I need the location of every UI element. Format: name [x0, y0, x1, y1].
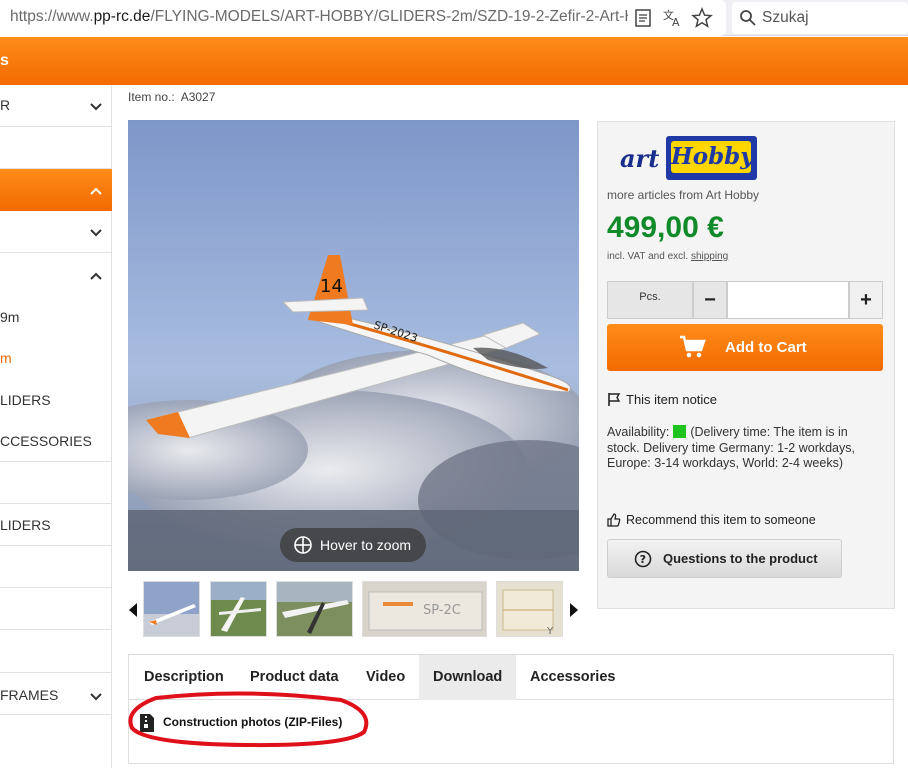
chevron-up-icon — [90, 187, 102, 195]
sidebar-item-active[interactable] — [0, 169, 112, 211]
brand-logo-hobby[interactable]: Hobby — [666, 136, 757, 180]
recommend-link[interactable]: Recommend this item to someone — [607, 513, 816, 530]
bookmark-star-icon[interactable] — [691, 7, 713, 29]
sidebar-item-0[interactable]: R — [0, 85, 112, 127]
annotation-circle — [128, 691, 369, 748]
questions-button[interactable]: ? Questions to the product — [607, 539, 842, 578]
header-text: s — [0, 52, 9, 69]
url-text: https://www.pp-rc.de/FLYING-MODELS/ART-H… — [10, 8, 628, 25]
chevron-down-icon — [90, 103, 102, 111]
quantity-input[interactable] — [727, 281, 849, 319]
thumbnail-5[interactable]: Y — [496, 581, 563, 637]
thumbs-prev-arrow[interactable] — [128, 603, 138, 617]
search-icon — [740, 10, 756, 26]
sidebar-item-frames[interactable]: FRAMES — [0, 673, 112, 715]
sidebar-item-11[interactable] — [0, 546, 112, 588]
category-sidebar: R 9m m LIDERS CCESSORIES LIDERS FRAMES — [0, 85, 112, 768]
availability-indicator — [673, 425, 687, 438]
brand-logo-art[interactable]: art — [620, 144, 659, 173]
chevron-down-icon — [90, 229, 102, 237]
sidebar-item-4[interactable] — [0, 253, 112, 295]
item-notice-link[interactable]: This item notice — [607, 392, 717, 410]
reader-view-icon[interactable] — [632, 7, 654, 29]
sidebar-item-gliders-2[interactable]: LIDERS — [0, 504, 112, 546]
quantity-minus-button[interactable]: − — [693, 281, 727, 319]
quantity-unit: Pcs. — [607, 281, 693, 319]
zoom-crosshair-icon — [294, 536, 312, 554]
vat-info: incl. VAT and excl. shipping — [607, 251, 729, 262]
sidebar-item-13[interactable] — [0, 630, 112, 673]
product-main-image[interactable]: 14 SP-2023 — [128, 120, 579, 571]
flag-icon — [608, 393, 621, 406]
add-to-cart-button[interactable]: Add to Cart — [607, 324, 883, 371]
more-articles-link[interactable]: more articles from Art Hobby — [607, 188, 759, 202]
svg-text:A: A — [672, 16, 680, 29]
tab-download[interactable]: Download — [419, 655, 516, 700]
search-placeholder: Szukaj — [762, 9, 809, 26]
thumbnail-2[interactable] — [210, 581, 267, 637]
browser-search-box[interactable]: Szukaj — [732, 2, 908, 34]
tab-accessories[interactable]: Accessories — [516, 655, 628, 700]
quantity-stepper: Pcs. − + — [607, 281, 883, 319]
cart-icon — [680, 335, 706, 358]
sidebar-item-1[interactable] — [0, 127, 112, 169]
shipping-link[interactable]: shipping — [691, 251, 728, 262]
sidebar-item-m-active[interactable]: m — [0, 337, 112, 379]
chevron-down-icon — [90, 693, 102, 701]
sidebar-item-9[interactable] — [0, 462, 112, 504]
item-number: Item no.: A3027 — [128, 90, 216, 104]
chevron-up-icon — [90, 272, 102, 280]
svg-text:?: ? — [640, 553, 646, 566]
sidebar-item-9m[interactable]: 9m — [0, 295, 112, 337]
quantity-plus-button[interactable]: + — [849, 281, 883, 319]
svg-text:14: 14 — [320, 276, 343, 297]
sidebar-item-12[interactable] — [0, 588, 112, 630]
svg-text:SP-2C: SP-2C — [423, 603, 461, 618]
thumbnail-1[interactable] — [143, 581, 200, 637]
thumbnail-4[interactable]: SP-2C — [362, 581, 487, 637]
site-header-bar: s — [0, 37, 908, 85]
thumbnail-3[interactable] — [276, 581, 353, 637]
sidebar-item-accessories[interactable]: CCESSORIES — [0, 421, 112, 462]
svg-text:Y: Y — [546, 626, 554, 637]
thumbs-next-arrow[interactable] — [569, 603, 579, 617]
availability-info: Availability: (Delivery time: The item is… — [607, 425, 855, 470]
product-price: 499,00 € — [607, 211, 724, 244]
browser-toolbar: https://www.pp-rc.de/FLYING-MODELS/ART-H… — [0, 0, 908, 36]
thumbs-up-icon — [607, 513, 621, 527]
hover-to-zoom-badge: Hover to zoom — [280, 528, 426, 562]
sidebar-item-gliders[interactable]: LIDERS — [0, 379, 112, 421]
glider-photo: 14 SP-2023 — [128, 120, 579, 571]
translate-icon[interactable]: 文 A — [661, 7, 683, 29]
address-bar[interactable]: https://www.pp-rc.de/FLYING-MODELS/ART-H… — [0, 0, 726, 36]
sidebar-item-3[interactable] — [0, 211, 112, 253]
question-circle-icon: ? — [634, 550, 652, 568]
